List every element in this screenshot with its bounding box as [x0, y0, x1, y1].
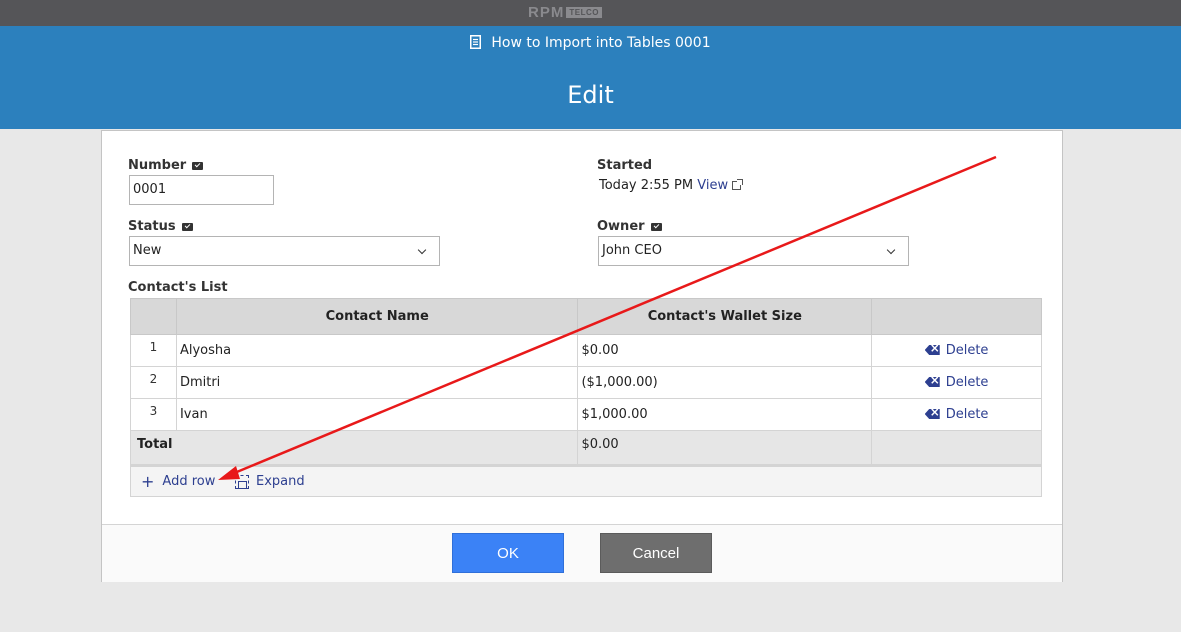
brand-tag: TELCO	[566, 7, 602, 18]
table-header-row: Contact Name Contact's Wallet Size	[130, 298, 1042, 335]
contact-name-cell[interactable]: Dmitri	[175, 366, 579, 399]
expand-icon	[235, 474, 249, 489]
brand-logo: RPM TELCO	[528, 4, 602, 21]
ok-button[interactable]: OK	[452, 533, 564, 573]
total-row: Total $0.00	[129, 430, 1042, 465]
delete-icon	[924, 409, 940, 419]
plus-icon: +	[141, 471, 155, 491]
delete-label: Delete	[945, 375, 989, 390]
delete-row-button[interactable]: Delete	[871, 398, 1042, 431]
wallet-size-header[interactable]: Contact's Wallet Size	[577, 298, 873, 335]
required-lock-icon	[192, 161, 204, 170]
started-label: Started	[597, 158, 652, 173]
brand-name: RPM	[528, 4, 565, 21]
cancel-button[interactable]: Cancel	[600, 533, 712, 573]
view-link[interactable]: View	[697, 178, 728, 193]
table-row: 3 Ivan $1,000.00 Delete	[130, 398, 1042, 431]
owner-value: John CEO	[602, 243, 662, 258]
contact-name-cell[interactable]: Alyosha	[175, 334, 579, 367]
chevron-down-icon	[417, 245, 427, 255]
expand-button[interactable]: Expand	[235, 474, 305, 489]
wallet-size-cell[interactable]: ($1,000.00)	[577, 366, 873, 399]
status-select[interactable]: New	[129, 236, 440, 266]
required-lock-icon	[650, 222, 662, 231]
edit-dialog: Number 0001 Started Today 2:55 PM View S…	[101, 130, 1063, 582]
owner-select[interactable]: John CEO	[598, 236, 909, 266]
delete-icon	[924, 377, 940, 387]
dialog-footer: OK Cancel	[102, 524, 1062, 582]
total-empty-cell	[871, 430, 1042, 465]
status-label: Status	[128, 219, 193, 234]
delete-icon	[924, 345, 940, 355]
table-row: 1 Alyosha $0.00 Delete	[130, 334, 1042, 367]
number-label: Number	[128, 158, 204, 173]
delete-label: Delete	[945, 343, 989, 358]
page-header: How to Import into Tables 0001 Edit	[0, 26, 1181, 129]
started-time: Today 2:55 PM	[599, 178, 694, 193]
number-label-text: Number	[128, 158, 187, 173]
delete-row-button[interactable]: Delete	[871, 334, 1042, 367]
row-number: 3	[130, 398, 177, 431]
delete-row-button[interactable]: Delete	[871, 366, 1042, 399]
number-field[interactable]: 0001	[129, 175, 274, 205]
contacts-table: Contact Name Contact's Wallet Size 1 Aly…	[129, 298, 1042, 465]
owner-label: Owner	[597, 219, 662, 234]
record-title[interactable]: How to Import into Tables 0001	[491, 35, 710, 51]
add-row-button[interactable]: + Add row	[141, 471, 216, 491]
contact-name-cell[interactable]: Ivan	[175, 398, 579, 431]
wallet-size-cell[interactable]: $1,000.00	[577, 398, 873, 431]
total-label: Total	[129, 430, 579, 465]
required-lock-icon	[181, 222, 193, 231]
row-number: 1	[130, 334, 177, 367]
row-number: 2	[130, 366, 177, 399]
add-row-label: Add row	[162, 474, 216, 489]
external-link-icon[interactable]	[732, 179, 744, 190]
contacts-label: Contact's List	[128, 280, 228, 295]
top-bar: RPM TELCO	[0, 0, 1181, 26]
contact-name-header[interactable]: Contact Name	[175, 298, 579, 335]
owner-label-text: Owner	[597, 219, 645, 234]
row-number-header	[130, 298, 177, 335]
table-footer: + Add row Expand	[130, 465, 1042, 497]
wallet-size-cell[interactable]: $0.00	[577, 334, 873, 367]
chevron-down-icon	[886, 245, 896, 255]
status-value: New	[133, 243, 162, 258]
status-label-text: Status	[128, 219, 176, 234]
total-value: $0.00	[577, 430, 873, 465]
started-label-text: Started	[597, 158, 653, 173]
contacts-label-text: Contact's List	[128, 280, 228, 295]
document-icon	[470, 35, 482, 53]
page-title: Edit	[567, 81, 614, 109]
started-value: Today 2:55 PM View	[599, 178, 744, 193]
record-title-line: How to Import into Tables 0001	[0, 35, 1181, 53]
table-row: 2 Dmitri ($1,000.00) Delete	[130, 366, 1042, 399]
delete-label: Delete	[945, 407, 989, 422]
actions-header	[871, 298, 1042, 335]
expand-label: Expand	[256, 474, 305, 489]
